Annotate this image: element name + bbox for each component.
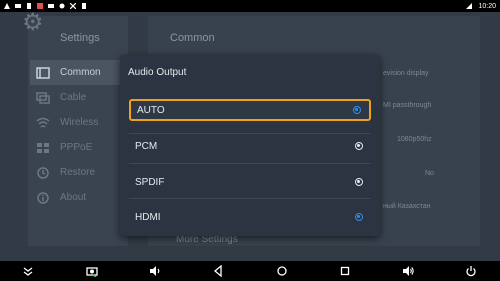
settings-title: Settings: [60, 32, 100, 44]
navigation-bar: [0, 261, 500, 281]
tools-icon: [59, 3, 65, 9]
option-spdif[interactable]: SPDIF: [129, 171, 371, 193]
setting-value: No: [425, 170, 434, 177]
option-auto[interactable]: AUTO: [129, 99, 371, 121]
option-label: HDMI: [135, 211, 161, 223]
radio-icon: [355, 178, 363, 186]
radio-icon: [355, 142, 363, 150]
gear-icon: ⚙: [22, 9, 44, 36]
nav-item-label: About: [60, 192, 87, 203]
nav-item-pppoe[interactable]: PPPoE: [36, 135, 126, 160]
section-title: Common: [170, 32, 215, 44]
option-label: AUTO: [137, 104, 165, 116]
option-hdmi[interactable]: HDMI: [129, 206, 371, 228]
home-icon[interactable]: [276, 265, 288, 277]
pppoe-icon: [37, 142, 49, 153]
dialog-title: Audio Output: [128, 67, 187, 78]
option-label: PCM: [135, 140, 158, 152]
setting-value: ный Казахстан: [383, 203, 431, 210]
nav-item-restore[interactable]: Restore: [36, 160, 126, 185]
volume-down-icon[interactable]: [149, 265, 161, 277]
collapse-icon[interactable]: [22, 265, 34, 277]
nav-item-cable[interactable]: Cable: [36, 85, 126, 110]
option-pcm[interactable]: PCM: [129, 135, 371, 157]
option-label: SPDIF: [135, 176, 165, 188]
clock: 10:20: [478, 2, 496, 10]
divider: [129, 163, 371, 164]
back-icon[interactable]: [212, 265, 224, 277]
settings-nav: Common Cable Wireless PPPoE Restore Abou…: [30, 60, 130, 210]
nav-item-label: Wireless: [60, 117, 99, 128]
setting-value: evision display: [383, 70, 429, 77]
radio-selected-icon: [355, 213, 363, 221]
photo-icon: [48, 4, 54, 8]
radio-selected-icon: [353, 106, 361, 114]
nav-item-label: Common: [60, 67, 101, 78]
nav-item-common[interactable]: Common: [30, 60, 130, 85]
restore-icon: [37, 166, 49, 179]
divider: [129, 133, 371, 134]
nav-item-label: Cable: [60, 92, 87, 103]
alert-icon: [4, 3, 10, 9]
nav-item-about[interactable]: About: [36, 185, 126, 210]
nav-item-wireless[interactable]: Wireless: [36, 110, 126, 135]
volume-up-icon[interactable]: [402, 265, 414, 277]
clipboard-icon: [82, 3, 86, 9]
wifi-icon: [36, 117, 50, 128]
nav-item-label: PPPoE: [60, 142, 93, 153]
power-icon[interactable]: [465, 265, 477, 277]
audio-output-dialog: Audio Output AUTO PCM SPDIF HDMI: [120, 55, 380, 236]
setting-value: MI passthrough: [383, 102, 432, 109]
x-icon: [70, 3, 76, 9]
network-icon: [466, 3, 473, 9]
status-bar: 10:20: [0, 0, 500, 12]
nav-item-label: Restore: [60, 167, 96, 178]
screenshot-icon[interactable]: [86, 265, 98, 277]
cable-icon: [36, 91, 50, 104]
recents-icon[interactable]: [339, 265, 351, 277]
about-icon: [37, 191, 49, 204]
common-icon: [36, 66, 50, 79]
image-icon: [15, 4, 21, 8]
divider: [129, 198, 371, 199]
setting-value: 1080p50hz: [397, 136, 432, 143]
